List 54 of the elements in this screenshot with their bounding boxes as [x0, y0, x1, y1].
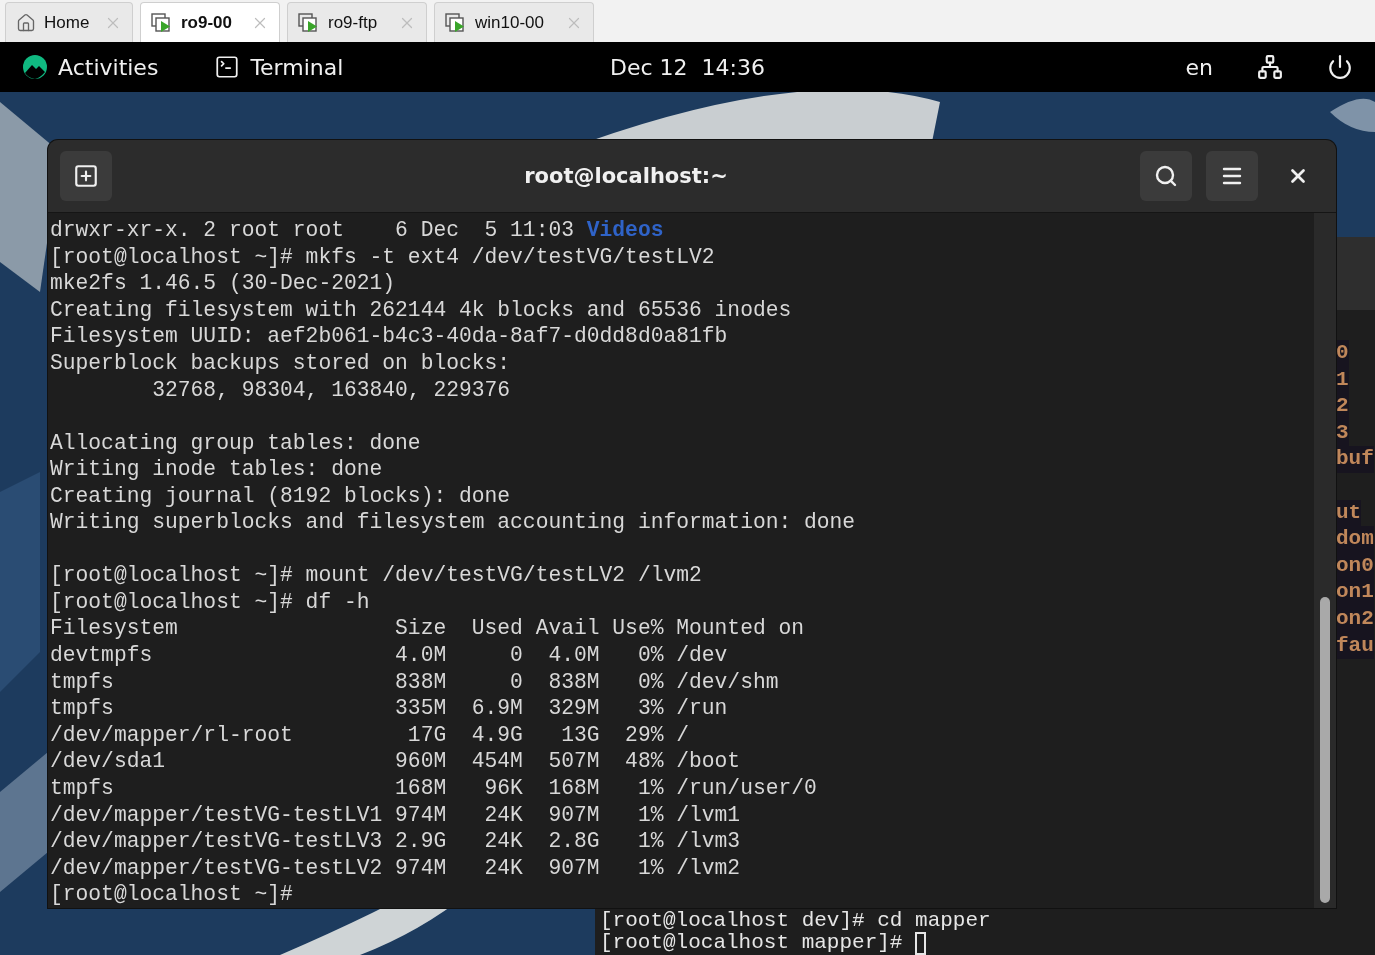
search-icon	[1154, 164, 1178, 188]
terminal-line: [root@localhost ~]#	[50, 881, 294, 908]
terminal-line: Creating filesystem with 262144 4k blocks and 65536 inodes	[50, 296, 792, 324]
browser-tab[interactable]: win10-00	[434, 2, 594, 42]
language-indicator[interactable]: en	[1185, 54, 1213, 80]
terminal-line: [root@localhost ~]# df -h	[50, 588, 370, 616]
new-tab-button[interactable]	[60, 151, 112, 201]
terminal-text: dom	[1336, 526, 1374, 553]
terminal-line: /dev/mapper/testVG-testLV1 974M 24K 907M 1% /lvm1	[50, 801, 741, 829]
terminal-line: Writing superblocks and filesystem accounting information: done	[50, 509, 856, 536]
clock[interactable]: Dec 12 14:36	[610, 54, 765, 80]
power-icon[interactable]	[1327, 54, 1353, 80]
scrollbar[interactable]	[1314, 213, 1336, 908]
terminal-line: /dev/mapper/rl-root 17G 4.9G 13G 29% /	[50, 721, 689, 749]
terminal-text: ut	[1336, 499, 1362, 527]
terminal-line: /dev/mapper/testVG-testLV3 2.9G 24K 2.8G 1% /lvm3	[50, 828, 741, 855]
terminal-line: tmpfs 335M 6.9M 329M 3% /run	[50, 695, 728, 722]
window-title: root@localhost:~	[523, 164, 729, 188]
terminal-line: Allocating group tables: done	[50, 429, 421, 457]
terminal-line: 32768, 98304, 163840, 229376	[151, 376, 511, 404]
terminal-line: devtmpfs 4.0M 0 4.0M 0% /dev	[50, 642, 728, 669]
browser-tab[interactable]: ro9-ftp	[287, 2, 427, 42]
terminal-line: [root@localhost mapper]#	[600, 932, 904, 954]
terminal-line: /dev/sda1 960M 454M 507M 48% /boot	[50, 748, 741, 776]
new-tab-icon	[73, 163, 99, 189]
terminal-line: Superblock backups stored on blocks:	[50, 349, 511, 377]
browser-tab[interactable]: Home	[5, 2, 133, 42]
terminal-line: tmpfs 838M 0 838M 0% /dev/shm	[50, 668, 779, 696]
terminal-line: mke2fs 1.46.5 (30-Dec-2021)	[50, 270, 396, 297]
network-icon[interactable]	[1257, 54, 1283, 80]
terminal-line: Writing inode tables: done	[50, 456, 383, 483]
terminal-text: buf	[1336, 446, 1374, 473]
terminal-line: drwxr-xr-x. 2 root root 6 Dec 5 11:03	[50, 217, 575, 244]
terminal-line: Filesystem Size Used Avail Use% Mounted on	[50, 615, 805, 643]
activities-button[interactable]: Activities	[58, 54, 159, 80]
directory-name: Videos	[586, 217, 664, 244]
terminal-line: Filesystem UUID: aef2b061-b4c3-40da-8af7-d0dd8d0a81fb	[50, 323, 728, 350]
search-button[interactable]	[1140, 151, 1192, 201]
vm-play-icon	[298, 12, 320, 33]
browser-tab[interactable]: ro9-00	[140, 2, 280, 42]
app-menu[interactable]: Terminal	[250, 54, 344, 80]
home-icon	[16, 12, 36, 33]
terminal-text: on1	[1336, 579, 1374, 606]
terminal-icon	[214, 54, 241, 80]
vm-play-icon	[445, 12, 467, 33]
logo-icon	[22, 54, 48, 80]
terminal-line: [root@localhost dev]# cd mapper	[600, 910, 991, 932]
vm-play-icon	[151, 12, 173, 33]
terminal-line: /dev/mapper/testVG-testLV2 974M 24K 907M 1% /lvm2	[50, 854, 741, 882]
menu-button[interactable]	[1206, 151, 1258, 201]
terminal-line: tmpfs 168M 96K 168M 1% /run/user/0	[50, 775, 817, 802]
terminal-line: Creating journal (8192 blocks): done	[50, 482, 511, 510]
terminal-line: [root@localhost ~]# mount /dev/testVG/testLV2 /lvm2	[50, 562, 702, 589]
terminal-line: [root@localhost ~]# mkfs -t ext4 /dev/testVG/testLV2	[50, 243, 715, 271]
